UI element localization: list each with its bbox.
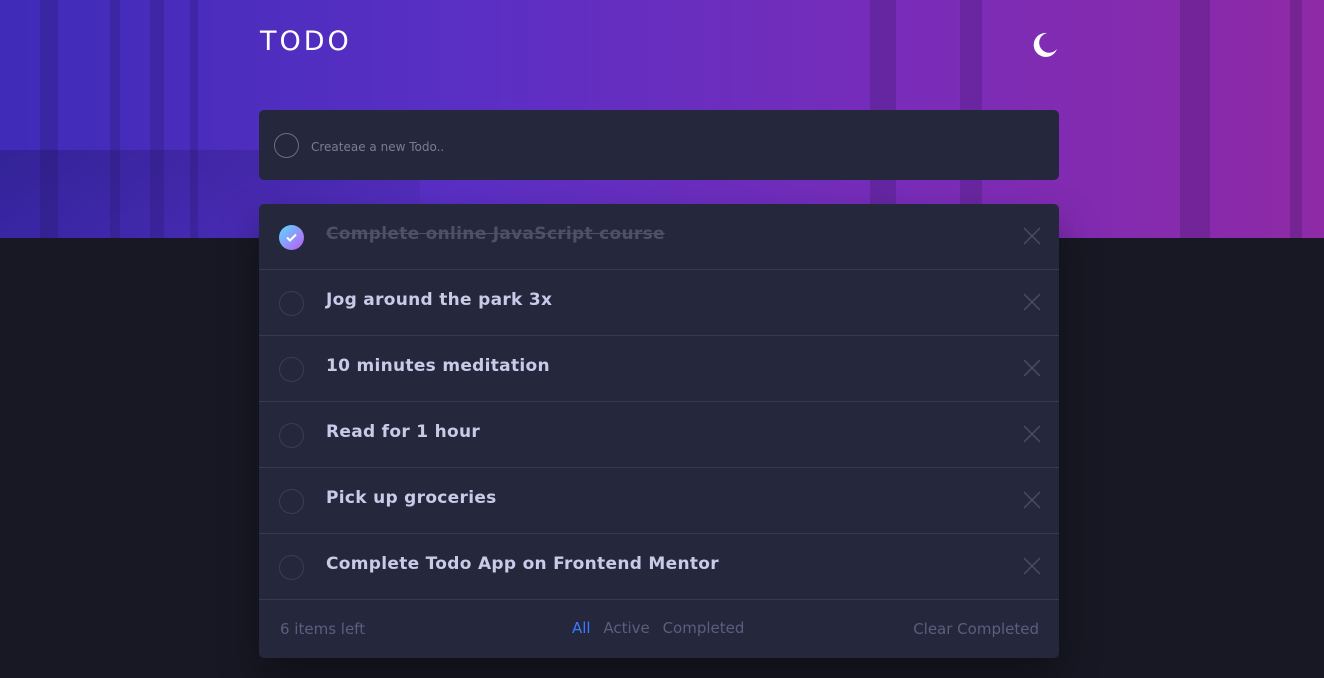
filter-completed[interactable]: Completed (663, 619, 745, 637)
items-left-count: 6 items left (280, 620, 366, 638)
close-icon (1023, 557, 1041, 575)
todo-text: Pick up groceries (326, 488, 497, 508)
todo-checkbox[interactable] (279, 291, 304, 316)
todo-text: Read for 1 hour (326, 422, 481, 442)
filter-group: All Active Completed (572, 619, 752, 637)
list-footer: 6 items left All Active Completed Clear … (259, 600, 1059, 658)
todo-checkbox[interactable] (279, 357, 304, 382)
filter-active[interactable]: Active (603, 619, 649, 637)
todo-list: Complete online JavaScript course Jog ar… (259, 204, 1059, 658)
theme-toggle-button[interactable] (1030, 30, 1060, 60)
background-decoration (1290, 0, 1302, 238)
close-icon (1023, 491, 1041, 509)
delete-button[interactable] (1023, 491, 1041, 509)
todo-text: Complete Todo App on Frontend Mentor (326, 554, 719, 574)
app-title: TODO (260, 26, 352, 57)
todo-item[interactable]: Read for 1 hour (259, 402, 1059, 468)
delete-button[interactable] (1023, 293, 1041, 311)
todo-text: Jog around the park 3x (326, 290, 553, 310)
todo-checkbox[interactable] (279, 489, 304, 514)
delete-button[interactable] (1023, 557, 1041, 575)
clear-completed-button[interactable]: Clear Completed (913, 620, 1039, 638)
todo-item[interactable]: 10 minutes meditation (259, 336, 1059, 402)
new-todo-circle[interactable] (274, 133, 299, 158)
new-todo-input[interactable] (309, 133, 1033, 160)
background-decoration (1180, 0, 1210, 238)
close-icon (1023, 359, 1041, 377)
todo-checkbox[interactable] (279, 555, 304, 580)
todo-item[interactable]: Complete online JavaScript course (259, 204, 1059, 270)
filter-all[interactable]: All (572, 619, 591, 637)
todo-text: Complete online JavaScript course (326, 224, 665, 244)
delete-button[interactable] (1023, 425, 1041, 443)
moon-icon (1033, 32, 1057, 57)
todo-text: 10 minutes meditation (326, 356, 550, 376)
todo-item[interactable]: Pick up groceries (259, 468, 1059, 534)
todo-checkbox[interactable] (279, 423, 304, 448)
close-icon (1023, 425, 1041, 443)
delete-button[interactable] (1023, 359, 1041, 377)
close-icon (1023, 293, 1041, 311)
completed-checkbox[interactable] (279, 225, 304, 250)
todo-item[interactable]: Jog around the park 3x (259, 270, 1059, 336)
new-todo-bar (259, 110, 1059, 180)
todo-item[interactable]: Complete Todo App on Frontend Mentor (259, 534, 1059, 600)
close-icon (1023, 227, 1041, 245)
check-icon (286, 233, 297, 242)
delete-button[interactable] (1023, 227, 1041, 245)
